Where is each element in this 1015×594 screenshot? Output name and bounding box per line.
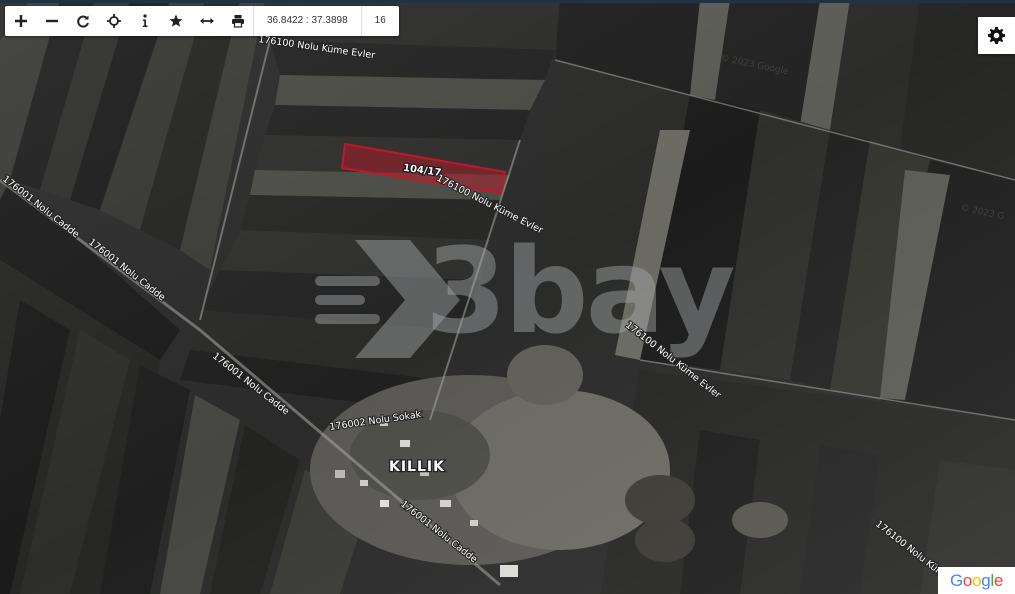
star-icon	[169, 14, 182, 27]
zoom-out-icon	[45, 19, 58, 23]
measure-button[interactable]	[191, 6, 222, 36]
zoom-level-readout: 16	[360, 6, 399, 36]
info-button[interactable]	[129, 6, 160, 36]
map-toolbar: 36.8422 : 37.3898 16	[5, 6, 399, 36]
zoom-in-icon	[14, 15, 27, 27]
google-logo: Google	[938, 567, 1015, 594]
print-button[interactable]	[222, 6, 253, 36]
coordinates-readout: 36.8422 : 37.3898	[253, 6, 361, 36]
info-icon	[142, 14, 147, 27]
zoom-in-button[interactable]	[5, 6, 36, 36]
refresh-button[interactable]	[67, 6, 98, 36]
top-border	[0, 0, 1015, 3]
locate-icon	[106, 14, 121, 28]
village-label: KILLIK	[389, 459, 445, 475]
zoom-out-button[interactable]	[36, 6, 67, 36]
watermark-text: 3bay	[425, 222, 734, 360]
gear-icon	[988, 27, 1005, 44]
settings-button[interactable]	[978, 17, 1015, 54]
refresh-icon	[76, 15, 89, 28]
satellite-map[interactable]: © 2023 Google © 2023 G 3bay 104/17 17610…	[0, 0, 1015, 594]
locate-button[interactable]	[98, 6, 129, 36]
favorite-button[interactable]	[160, 6, 191, 36]
measure-icon	[199, 18, 214, 24]
print-icon	[231, 15, 244, 28]
